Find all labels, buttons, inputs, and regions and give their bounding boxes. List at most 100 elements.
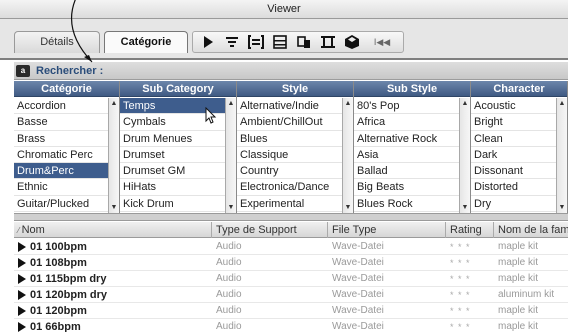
filter-column: Catégorie Accordion Basse Brass Chromatic Pe… xyxy=(14,81,120,213)
filter-list-item[interactable]: Classique xyxy=(237,147,342,164)
scrollbar[interactable]: ▲ ▼ xyxy=(459,98,470,213)
filter-list-item[interactable]: Drumset xyxy=(120,147,225,164)
filter-list-item[interactable]: Electronica/Dance xyxy=(237,179,342,196)
tab-category[interactable]: Catégorie xyxy=(104,31,188,53)
filter-list-item[interactable]: Accordion xyxy=(14,98,108,115)
filter-list-item[interactable]: Africa xyxy=(354,114,459,131)
file-type-cell: Wave-Datei xyxy=(332,273,384,284)
column-header-file-type[interactable]: File Type xyxy=(328,222,446,238)
scroll-up-icon[interactable]: ▲ xyxy=(343,98,353,109)
filter-list-item[interactable]: Bright xyxy=(471,114,556,131)
file-type-cell: Wave-Datei xyxy=(332,257,384,268)
filter-list-item[interactable]: Dry xyxy=(471,196,556,213)
name-cell: 01 115bpm dry xyxy=(30,273,107,285)
filter-list-item[interactable]: Blues xyxy=(237,131,342,147)
filter-list-item[interactable]: Experimental xyxy=(237,196,342,213)
rating-cell: * * * xyxy=(450,290,471,300)
scroll-up-icon[interactable]: ▲ xyxy=(226,98,236,109)
support-type-cell: Audio xyxy=(216,305,242,316)
family-cell: aluminum kit xyxy=(498,289,555,300)
scrollbar[interactable]: ▲ ▼ xyxy=(225,98,236,213)
filter-column-header[interactable]: Sub Style xyxy=(354,81,470,97)
filter-list-item[interactable]: Distorted xyxy=(471,179,556,196)
tab-details[interactable]: Détails xyxy=(14,31,100,53)
file-type-cell: Wave-Datei xyxy=(332,241,384,252)
tab-divider xyxy=(0,58,568,60)
scroll-down-icon[interactable]: ▼ xyxy=(460,202,470,213)
filter-list-item[interactable]: Dark xyxy=(471,147,556,164)
scroll-down-icon[interactable]: ▼ xyxy=(343,202,353,213)
name-cell: 01 120bpm dry xyxy=(30,289,108,301)
play-icon[interactable] xyxy=(199,34,217,50)
rating-cell: * * * xyxy=(450,306,471,316)
filter-list-item[interactable]: Asia xyxy=(354,147,459,164)
table-row[interactable]: 01 120bpm Audio Wave-Datei * * * maple kit xyxy=(14,303,568,319)
filter-list-item[interactable]: Drum Menues xyxy=(120,131,225,147)
table-row[interactable]: 01 115bpm dry Audio Wave-Datei * * * maple k… xyxy=(14,271,568,287)
column-header-rating[interactable]: Rating xyxy=(446,222,494,238)
scrollbar[interactable]: ▲ ▼ xyxy=(342,98,353,213)
filter-list: 80's Pop Africa Alternative Rock Asia Ballad… xyxy=(354,98,459,213)
filter-column-header[interactable]: Catégorie xyxy=(14,81,119,97)
filter-column: Character Acoustic Bright Clean Dark Dissonan… xyxy=(471,81,568,213)
scroll-down-icon[interactable]: ▼ xyxy=(557,202,567,213)
scrollbar[interactable]: ▲ ▼ xyxy=(556,98,567,213)
scroll-down-icon[interactable]: ▼ xyxy=(226,202,236,213)
cube-icon[interactable] xyxy=(343,34,361,50)
filter-column-header[interactable]: Style xyxy=(237,81,353,97)
table-row[interactable]: 01 108bpm Audio Wave-Datei * * * maple kit xyxy=(14,255,568,271)
filter-column-header[interactable]: Sub Category xyxy=(120,81,236,97)
filter-list-item[interactable]: Ethnic xyxy=(14,179,108,196)
table-row[interactable]: 01 66bpm Audio Wave-Datei * * * maple kit xyxy=(14,319,568,332)
skip-back-icon[interactable]: I◀◀ xyxy=(373,34,391,50)
filter-list-item[interactable]: 80's Pop xyxy=(354,98,459,115)
results-table: ⁄ Nom Type de Support File Type Rating N… xyxy=(14,222,568,332)
filter-list-item[interactable]: Alternative Rock xyxy=(354,131,459,147)
family-cell: maple kit xyxy=(498,241,539,252)
filter-list-item[interactable]: Guitar/Plucked xyxy=(14,196,108,213)
filter-list-item[interactable]: Basse xyxy=(14,114,108,131)
name-cell: 01 120bpm xyxy=(30,305,87,317)
results-header: ⁄ Nom Type de Support File Type Rating N… xyxy=(14,222,568,238)
filter-list-item[interactable]: Ballad xyxy=(354,163,459,180)
file-type-cell: Wave-Datei xyxy=(332,289,384,300)
filter-list-item[interactable]: Ambient/ChillOut xyxy=(237,114,342,131)
filter-list-item[interactable]: Drumset GM xyxy=(120,163,225,180)
filter-list-item[interactable]: Drum&Perc xyxy=(14,163,108,180)
pane-splitter[interactable] xyxy=(14,213,568,221)
column-header-name[interactable]: ⁄ Nom xyxy=(14,222,212,238)
table-row[interactable]: 01 100bpm Audio Wave-Datei * * * maple kit xyxy=(14,239,568,255)
filter-list-item[interactable]: Big Beats xyxy=(354,179,459,196)
columns-icon[interactable] xyxy=(319,34,337,50)
filter-list-item[interactable]: Kick Drum xyxy=(120,196,225,213)
filter-lines-icon[interactable] xyxy=(223,34,241,50)
table-row[interactable]: 01 120bpm dry Audio Wave-Datei * * * aluminu… xyxy=(14,287,568,303)
filter-list-item[interactable]: Chromatic Perc xyxy=(14,147,108,164)
filter-list-item[interactable]: Acoustic xyxy=(471,98,556,115)
filter-list-item[interactable]: Brass xyxy=(14,131,108,147)
split-view-icon[interactable] xyxy=(295,34,313,50)
scroll-up-icon[interactable]: ▲ xyxy=(557,98,567,109)
filter-column-header[interactable]: Character xyxy=(471,81,567,97)
scrollbar[interactable]: ▲ ▼ xyxy=(108,98,119,213)
support-type-cell: Audio xyxy=(216,289,242,300)
filter-list-item[interactable]: HiHats xyxy=(120,179,225,196)
filter-list-item[interactable]: Country xyxy=(237,163,342,180)
name-cell: 01 66bpm xyxy=(30,321,81,332)
filter-list-item[interactable]: Blues Rock xyxy=(354,196,459,213)
scroll-up-icon[interactable]: ▲ xyxy=(460,98,470,109)
filter-list-item[interactable]: Dissonant xyxy=(471,163,556,180)
filter-list-item[interactable]: Alternative/Indie xyxy=(237,98,342,115)
filter-list-item[interactable]: Clean xyxy=(471,131,556,147)
bracket-list-icon[interactable] xyxy=(247,34,265,50)
support-type-cell: Audio xyxy=(216,273,242,284)
name-cell: 01 108bpm xyxy=(30,257,87,269)
column-header-family[interactable]: Nom de la fami xyxy=(494,222,568,238)
support-type-cell: Audio xyxy=(216,241,242,252)
scroll-up-icon[interactable]: ▲ xyxy=(109,98,119,109)
scroll-down-icon[interactable]: ▼ xyxy=(109,202,119,213)
list-icon[interactable] xyxy=(271,34,289,50)
name-cell: 01 100bpm xyxy=(30,241,87,253)
column-header-support-type[interactable]: Type de Support xyxy=(212,222,328,238)
search-bar[interactable]: a Rechercher : xyxy=(14,62,568,80)
